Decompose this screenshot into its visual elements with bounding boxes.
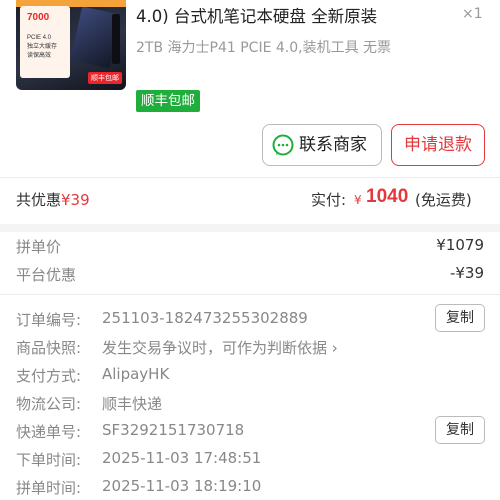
- discount-label: 共优惠: [16, 191, 62, 209]
- thumb-feature-line: 独立大缓存: [27, 44, 58, 50]
- product-quantity: ×1: [462, 6, 483, 22]
- copy-tracking-button[interactable]: 复制: [435, 416, 485, 444]
- thumb-shipping-tag: 顺丰包邮: [88, 72, 122, 84]
- contact-seller-label: 联系商家: [299, 135, 367, 155]
- price-row-label: 拼单价: [16, 238, 62, 256]
- payment-value: AlipayHK: [102, 365, 170, 383]
- order-time-label: 下单时间:: [16, 451, 82, 469]
- product-thumbnail[interactable]: 7000 PCIE 4.0 独立大缓存 读保高效 顺丰包邮: [16, 0, 126, 90]
- price-row-value: -¥39: [449, 264, 484, 282]
- section-gap: [0, 224, 500, 232]
- group-time-value: 2025-11-03 18:19:10: [102, 477, 262, 495]
- thumb-speed: 7000: [27, 12, 50, 23]
- order-no-value: 251103-182473255302889: [102, 309, 308, 327]
- paid-label: 实付:: [311, 191, 347, 209]
- discount-summary: 共优惠¥39: [16, 189, 90, 210]
- chevron-right-icon: ›: [331, 339, 338, 357]
- snapshot-text: 发生交易争议时，可作为判断依据: [102, 339, 328, 357]
- request-refund-button[interactable]: 申请退款: [391, 124, 485, 166]
- group-time-label: 拼单时间:: [16, 479, 82, 497]
- divider: [0, 294, 500, 295]
- order-no-label: 订单编号:: [16, 311, 82, 329]
- snapshot-label: 商品快照:: [16, 339, 82, 357]
- chat-bubble-icon: [272, 134, 294, 156]
- thumb-features: PCIE 4.0 独立大缓存 读保高效: [27, 34, 57, 61]
- logistics-label: 物流公司:: [16, 395, 82, 413]
- paid-note: (免运费): [415, 191, 472, 209]
- payment-label: 支付方式:: [16, 367, 82, 385]
- paid-amount: 1040: [366, 186, 409, 207]
- product-title[interactable]: 4.0) 台式机笔记本硬盘 全新原装: [136, 5, 456, 29]
- divider: [0, 177, 500, 178]
- thumb-feature-line: PCIE 4.0: [27, 35, 52, 41]
- shipping-badge: 顺丰包邮: [136, 90, 200, 112]
- snapshot-link[interactable]: 发生交易争议时，可作为判断依据 ›: [102, 337, 338, 358]
- product-spec: 2TB 海力士P41 PCIE 4.0,装机工具 无票: [136, 40, 392, 56]
- thumb-info-panel: 7000 PCIE 4.0 独立大缓存 读保高效: [20, 6, 70, 78]
- copy-order-no-button[interactable]: 复制: [435, 304, 485, 332]
- tracking-value: SF3292151730718: [102, 421, 245, 439]
- paid-currency: ¥: [354, 193, 362, 207]
- price-row-label: 平台优惠: [16, 266, 77, 284]
- tracking-label: 快递单号:: [16, 423, 82, 441]
- order-time-value: 2025-11-03 17:48:51: [102, 449, 262, 467]
- thumb-feature-line: 读保高效: [27, 53, 52, 59]
- contact-seller-button[interactable]: 联系商家: [262, 124, 382, 166]
- price-row-value: ¥1079: [436, 236, 484, 254]
- thumb-ssd-image: [112, 14, 120, 64]
- discount-value: ¥39: [61, 191, 90, 209]
- logistics-value: 顺丰快递: [102, 395, 163, 413]
